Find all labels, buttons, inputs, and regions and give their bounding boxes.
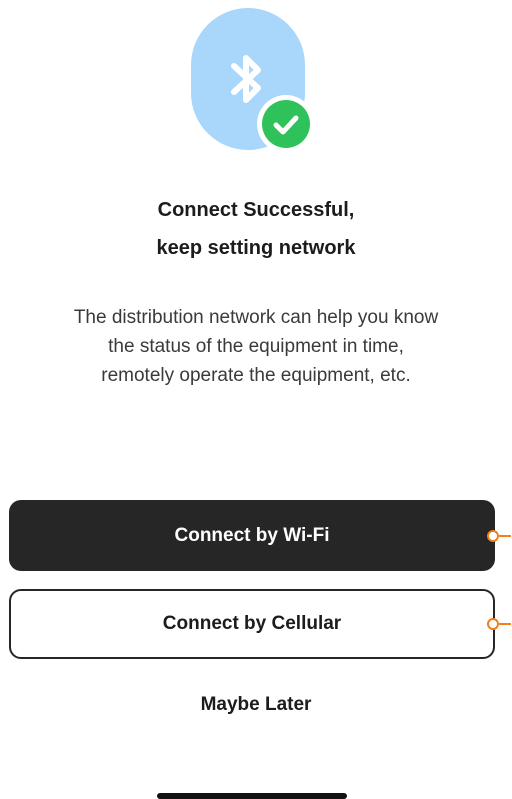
connect-wifi-button[interactable]: Connect by Wi-Fi — [9, 500, 495, 571]
description-line-2: the status of the equipment in time, — [108, 336, 404, 357]
title-line-2: keep setting network — [156, 237, 356, 259]
description-line-3: remotely operate the equipment, etc. — [101, 365, 411, 386]
annotation-marker-wifi — [487, 530, 511, 542]
title-line-1: Connect Successful, — [157, 199, 355, 221]
home-indicator[interactable] — [157, 793, 347, 799]
connect-wifi-label: Connect by Wi-Fi — [174, 524, 330, 546]
connection-illustration — [191, 8, 315, 154]
maybe-later-link[interactable]: Maybe Later — [201, 694, 312, 715]
connect-cellular-label: Connect by Cellular — [162, 613, 342, 634]
annotation-marker-cellular — [487, 618, 511, 630]
success-badge — [257, 95, 315, 153]
description-line-1: The distribution network can help you kn… — [73, 307, 439, 328]
check-circle-icon — [262, 100, 310, 148]
connect-cellular-button[interactable]: Connect by Cellular — [9, 589, 495, 659]
maybe-later-row: Maybe Later — [0, 694, 512, 716]
connect-success-screen: Connect Successful, keep setting network… — [0, 0, 512, 799]
